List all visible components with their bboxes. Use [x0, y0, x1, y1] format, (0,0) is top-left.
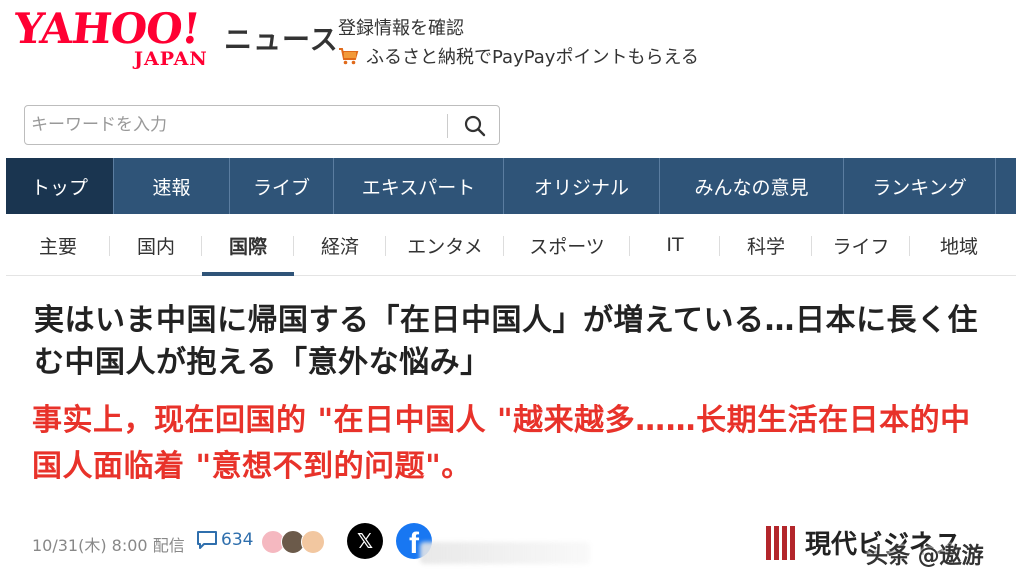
- tab-international[interactable]: 国際: [202, 214, 294, 276]
- main-nav-top[interactable]: トップ: [6, 158, 114, 214]
- logo-subtext: JAPAN: [134, 48, 208, 70]
- publisher-mark-icon: [766, 525, 795, 560]
- search-button[interactable]: [455, 110, 495, 142]
- tab-label: 国内: [136, 235, 175, 258]
- section-title[interactable]: ニュース: [224, 18, 339, 58]
- active-tab-indicator: [202, 272, 294, 276]
- article-title: 実はいま中国に帰国する「在日中国人」が増えている…日本に長く住む中国人が抱える「…: [34, 303, 978, 380]
- translation-caption: 事实上，现在回国的 "在日中国人 "越来越多……长期生活在日本的中国人面临着 "…: [32, 403, 971, 484]
- tab-label: 科学: [746, 235, 785, 258]
- search-bar: [24, 105, 500, 145]
- tab-label: スポーツ: [529, 235, 605, 258]
- main-nav-label: ランキング: [872, 176, 967, 199]
- main-nav-label: 速報: [152, 176, 191, 199]
- tab-it[interactable]: IT: [630, 214, 720, 276]
- search-divider: [447, 114, 448, 138]
- tab-science[interactable]: 科学: [720, 214, 812, 276]
- watermark: 头条 @遨游: [866, 544, 984, 569]
- article-meta: 10/31(木) 8:00 配信 634 𝕏 f 現代ビジネス: [0, 518, 1016, 568]
- avatar: [301, 530, 325, 554]
- promo-link[interactable]: ふるさと納税でPayPayポイントもらえる: [338, 43, 699, 69]
- tab-entertainment[interactable]: エンタメ: [386, 214, 504, 276]
- facebook-icon: f: [409, 527, 419, 559]
- tab-label: 主要: [38, 235, 77, 258]
- main-nav-label: オリジナル: [533, 176, 629, 199]
- main-nav-label: ライブ: [252, 176, 310, 199]
- blurred-region: [420, 542, 590, 564]
- category-nav: 主要 国内 国際 経済 エンタメ スポーツ IT 科学 ライフ 地域: [6, 214, 1016, 276]
- main-nav-label: みんなの意見: [694, 176, 809, 199]
- main-nav-expert[interactable]: エキスパート: [334, 158, 504, 214]
- site-header: YAHOO! JAPAN ニュース 登録情報を確認 ふるさと納税でPayPayポ…: [0, 0, 1016, 90]
- commenter-avatars: [261, 530, 331, 554]
- tab-domestic[interactable]: 国内: [110, 214, 202, 276]
- tab-region[interactable]: 地域: [910, 214, 1008, 276]
- tab-label: ライフ: [832, 235, 890, 258]
- share-x-button[interactable]: 𝕏: [347, 523, 383, 559]
- comment-link[interactable]: 634: [196, 530, 253, 550]
- promo-link-label: ふるさと納税でPayPayポイントもらえる: [366, 47, 699, 68]
- main-nav-ranking[interactable]: ランキング: [844, 158, 996, 214]
- main-nav: トップ 速報 ライブ エキスパート オリジナル みんなの意見 ランキング: [6, 158, 1016, 214]
- tab-life[interactable]: ライフ: [812, 214, 910, 276]
- search-input[interactable]: [31, 111, 446, 139]
- main-nav-live[interactable]: ライブ: [230, 158, 334, 214]
- yahoo-japan-logo[interactable]: YAHOO! JAPAN: [11, 4, 219, 70]
- x-icon: 𝕏: [356, 529, 374, 553]
- main-nav-original[interactable]: オリジナル: [504, 158, 660, 214]
- comment-icon: [197, 531, 217, 549]
- tab-label: 地域: [939, 235, 978, 258]
- main-nav-opinions[interactable]: みんなの意見: [660, 158, 844, 214]
- tab-sports[interactable]: スポーツ: [504, 214, 630, 276]
- main-nav-label: トップ: [30, 176, 88, 199]
- tab-label: 国際: [228, 235, 267, 258]
- main-nav-breaking[interactable]: 速報: [114, 158, 230, 214]
- comment-count: 634: [221, 530, 254, 550]
- search-icon: [464, 115, 486, 137]
- main-nav-label: エキスパート: [361, 176, 476, 199]
- tab-economy[interactable]: 経済: [294, 214, 386, 276]
- publish-date: 10/31(木) 8:00 配信: [32, 536, 185, 555]
- tab-label: IT: [666, 234, 684, 256]
- tab-main[interactable]: 主要: [6, 214, 110, 276]
- account-link[interactable]: 登録情報を確認: [338, 14, 464, 40]
- cart-icon: [339, 48, 359, 65]
- tab-label: エンタメ: [407, 235, 483, 258]
- tab-label: 経済: [320, 235, 359, 258]
- logo-wordmark: YAHOO!: [11, 4, 202, 53]
